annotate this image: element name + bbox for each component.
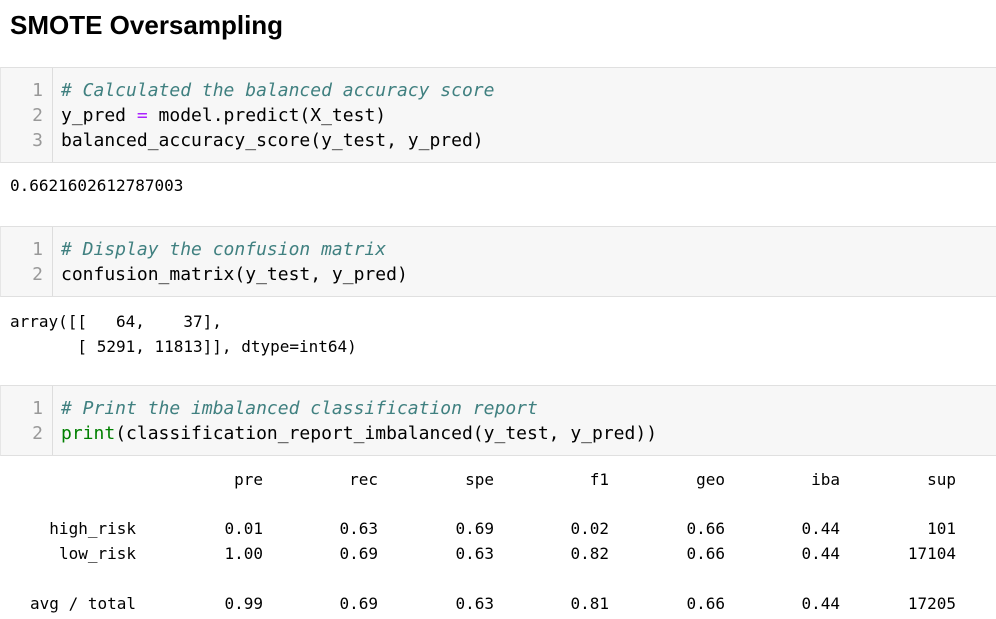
- report-row-high-risk: high_risk 0.01 0.63 0.69 0.02 0.66 0.44 …: [0, 516, 996, 541]
- col-header-pre: pre: [234, 470, 263, 489]
- cell-output-2-line-2: [ 5291, 11813]], dtype=int64): [10, 337, 357, 356]
- code-comment: # Print the imbalanced classification re…: [61, 398, 538, 419]
- assign-operator: =: [136, 105, 148, 126]
- code-line: 1 # Display the confusion matrix: [1, 237, 996, 262]
- code-line: 1 # Calculated the balanced accuracy sco…: [1, 78, 996, 103]
- cell-value: 0.69: [455, 519, 494, 538]
- cell-output-2-line-1: array([[ 64, 37],: [10, 312, 222, 331]
- cell-value: 17104: [907, 544, 956, 563]
- line-number: 2: [32, 105, 43, 126]
- cell-value: 0.66: [686, 519, 725, 538]
- code-line: 2 y_pred = model.predict(X_test): [1, 103, 996, 128]
- col-header-f1: f1: [589, 470, 609, 489]
- code-text: confusion_matrix(y_test, y_pred): [61, 264, 408, 285]
- cell-value: 0.01: [224, 519, 263, 538]
- code-text: y_pred = model.predict(X_test): [61, 103, 386, 128]
- cell-value: 0.69: [339, 544, 378, 563]
- code-cell-1[interactable]: 1 # Calculated the balanced accuracy sco…: [0, 67, 996, 163]
- code-line: 2 print(classification_report_imbalanced…: [1, 421, 996, 446]
- report-row-low-risk: low_risk 1.00 0.69 0.63 0.82 0.66 0.44 1…: [0, 541, 996, 566]
- code-comment: # Calculated the balanced accuracy score: [61, 80, 495, 101]
- cell-value: 0.69: [339, 594, 378, 613]
- line-number: 3: [32, 130, 43, 151]
- code-lhs: y_pred: [61, 105, 137, 126]
- cell-value: 0.63: [455, 594, 494, 613]
- line-number: 2: [32, 264, 43, 285]
- col-header-iba: iba: [811, 470, 840, 489]
- cell-value: 0.44: [801, 519, 840, 538]
- code-call: (classification_report_imbalanced(y_test…: [115, 423, 658, 444]
- col-header-geo: geo: [696, 470, 725, 489]
- row-label: low_risk: [58, 544, 136, 563]
- cell-value: 0.44: [801, 544, 840, 563]
- cell-value: 0.02: [570, 519, 609, 538]
- report-row-avg-total: avg / total 0.99 0.69 0.63 0.81 0.66 0.4…: [0, 591, 996, 616]
- code-line: 2 confusion_matrix(y_test, y_pred): [1, 262, 996, 287]
- code-cell-3[interactable]: 1 # Print the imbalanced classification …: [0, 385, 996, 456]
- cell-value: 0.63: [339, 519, 378, 538]
- cell-value: 1.00: [224, 544, 263, 563]
- cell-value: 0.63: [455, 544, 494, 563]
- cell-value: 0.44: [801, 594, 840, 613]
- cell-value: 0.66: [686, 544, 725, 563]
- code-text: print(classification_report_imbalanced(y…: [61, 421, 657, 446]
- cell-value: 101: [927, 519, 956, 538]
- section-heading: SMOTE Oversampling: [10, 10, 284, 40]
- code-rhs: model.predict(X_test): [147, 105, 387, 126]
- report-header: pre rec spe f1 geo iba sup: [0, 467, 996, 492]
- col-header-rec: rec: [349, 470, 378, 489]
- cell-value: 0.81: [570, 594, 609, 613]
- col-header-spe: spe: [465, 470, 494, 489]
- cell-value: 0.82: [570, 544, 609, 563]
- row-label: high_risk: [49, 519, 136, 538]
- line-number: 1: [32, 80, 43, 101]
- code-text: balanced_accuracy_score(y_test, y_pred): [61, 130, 484, 151]
- cell-value: 0.66: [686, 594, 725, 613]
- line-number: 1: [32, 239, 43, 260]
- code-cell-2[interactable]: 1 # Display the confusion matrix 2 confu…: [0, 226, 996, 297]
- cell-value: 17205: [907, 594, 956, 613]
- code-line: 3 balanced_accuracy_score(y_test, y_pred…: [1, 128, 996, 153]
- row-label: avg / total: [30, 594, 136, 613]
- col-header-sup: sup: [927, 470, 956, 489]
- cell-output-1: 0.6621602612787003: [10, 176, 184, 195]
- code-line: 1 # Print the imbalanced classification …: [1, 396, 996, 421]
- code-comment: # Display the confusion matrix: [61, 239, 387, 260]
- line-number: 1: [32, 398, 43, 419]
- cell-value: 0.99: [224, 594, 263, 613]
- line-number: 2: [32, 423, 43, 444]
- print-keyword: print: [61, 423, 116, 444]
